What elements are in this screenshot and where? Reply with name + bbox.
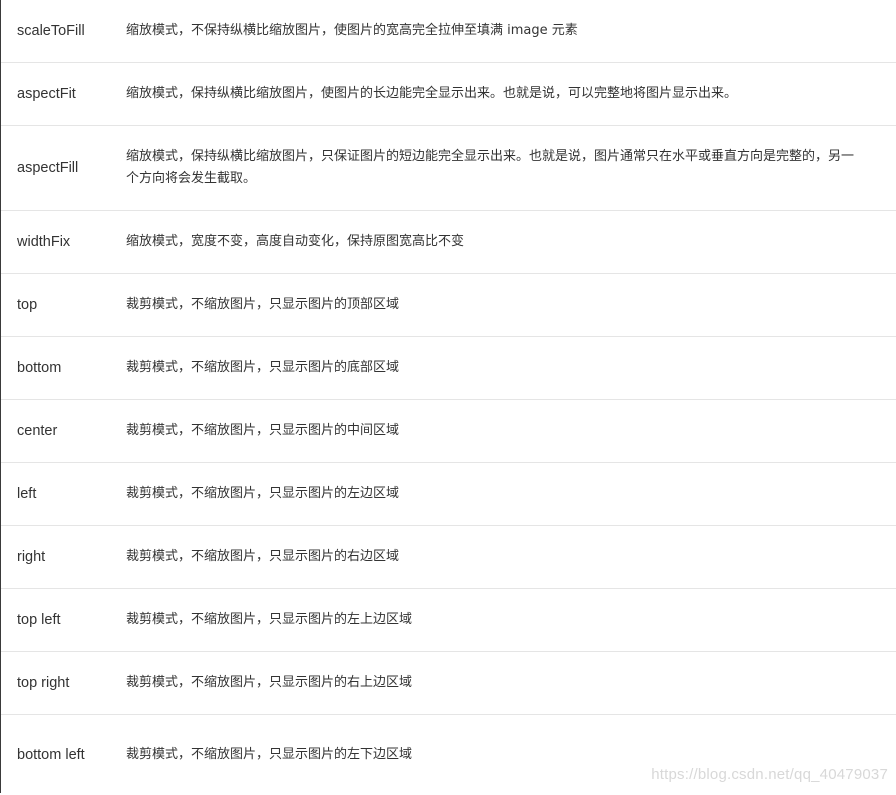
mode-name: aspectFill xyxy=(17,157,87,179)
mode-name: aspectFit xyxy=(17,83,87,105)
mode-name: top xyxy=(17,294,87,316)
mode-name-cell: bottom xyxy=(1,337,110,400)
document-page: scaleToFill 缩放模式，不保持纵横比缩放图片，使图片的宽高完全拉伸至填… xyxy=(0,0,896,793)
mode-name-cell: left xyxy=(1,463,110,526)
mode-name-cell: aspectFit xyxy=(1,63,110,126)
mode-name-cell: top xyxy=(1,274,110,337)
watermark-url: https://blog.csdn.net/qq_40479037 xyxy=(651,766,888,783)
mode-name-cell: right xyxy=(1,526,110,589)
mode-description: 裁剪模式，不缩放图片，只显示图片的底部区域 xyxy=(110,337,896,400)
mode-name-cell: center xyxy=(1,400,110,463)
mode-description: 裁剪模式，不缩放图片，只显示图片的右边区域 xyxy=(110,526,896,589)
mode-name-cell: aspectFill xyxy=(1,126,110,211)
mode-description: 裁剪模式，不缩放图片，只显示图片的左边区域 xyxy=(110,463,896,526)
mode-description: 裁剪模式，不缩放图片，只显示图片的顶部区域 xyxy=(110,274,896,337)
mode-name: top left xyxy=(17,609,87,631)
table-row: top 裁剪模式，不缩放图片，只显示图片的顶部区域 xyxy=(1,274,896,337)
table-row: bottom 裁剪模式，不缩放图片，只显示图片的底部区域 xyxy=(1,337,896,400)
mode-name: bottom xyxy=(17,357,87,379)
mode-name: center xyxy=(17,420,87,442)
table-row: left 裁剪模式，不缩放图片，只显示图片的左边区域 xyxy=(1,463,896,526)
mode-name-cell: bottom left xyxy=(1,715,110,795)
table-row: right 裁剪模式，不缩放图片，只显示图片的右边区域 xyxy=(1,526,896,589)
mode-description: 缩放模式，不保持纵横比缩放图片，使图片的宽高完全拉伸至填满 image 元素 xyxy=(110,0,896,63)
mode-name: left xyxy=(17,483,87,505)
mode-name-cell: top right xyxy=(1,652,110,715)
mode-name: right xyxy=(17,546,87,568)
mode-name-cell: widthFix xyxy=(1,211,110,274)
table-row: top right 裁剪模式，不缩放图片，只显示图片的右上边区域 xyxy=(1,652,896,715)
mode-name: top right xyxy=(17,672,87,694)
mode-name: widthFix xyxy=(17,231,87,253)
mode-name-cell: top left xyxy=(1,589,110,652)
table-row: top left 裁剪模式，不缩放图片，只显示图片的左上边区域 xyxy=(1,589,896,652)
table-row: aspectFill 缩放模式，保持纵横比缩放图片，只保证图片的短边能完全显示出… xyxy=(1,126,896,211)
mode-description: 裁剪模式，不缩放图片，只显示图片的右上边区域 xyxy=(110,652,896,715)
table-row: center 裁剪模式，不缩放图片，只显示图片的中间区域 xyxy=(1,400,896,463)
table-row: widthFix 缩放模式，宽度不变，高度自动变化，保持原图宽高比不变 xyxy=(1,211,896,274)
mode-description: 缩放模式，宽度不变，高度自动变化，保持原图宽高比不变 xyxy=(110,211,896,274)
mode-description: 裁剪模式，不缩放图片，只显示图片的左上边区域 xyxy=(110,589,896,652)
table-row: scaleToFill 缩放模式，不保持纵横比缩放图片，使图片的宽高完全拉伸至填… xyxy=(1,0,896,63)
mode-description: 缩放模式，保持纵横比缩放图片，使图片的长边能完全显示出来。也就是说，可以完整地将… xyxy=(110,63,896,126)
mode-description: 裁剪模式，不缩放图片，只显示图片的中间区域 xyxy=(110,400,896,463)
mode-name-cell: scaleToFill xyxy=(1,0,110,63)
image-mode-table: scaleToFill 缩放模式，不保持纵横比缩放图片，使图片的宽高完全拉伸至填… xyxy=(1,0,896,795)
mode-description: 缩放模式，保持纵横比缩放图片，只保证图片的短边能完全显示出来。也就是说，图片通常… xyxy=(110,126,896,211)
mode-name: scaleToFill xyxy=(17,20,87,42)
mode-name: bottom left xyxy=(17,744,87,766)
table-row: aspectFit 缩放模式，保持纵横比缩放图片，使图片的长边能完全显示出来。也… xyxy=(1,63,896,126)
